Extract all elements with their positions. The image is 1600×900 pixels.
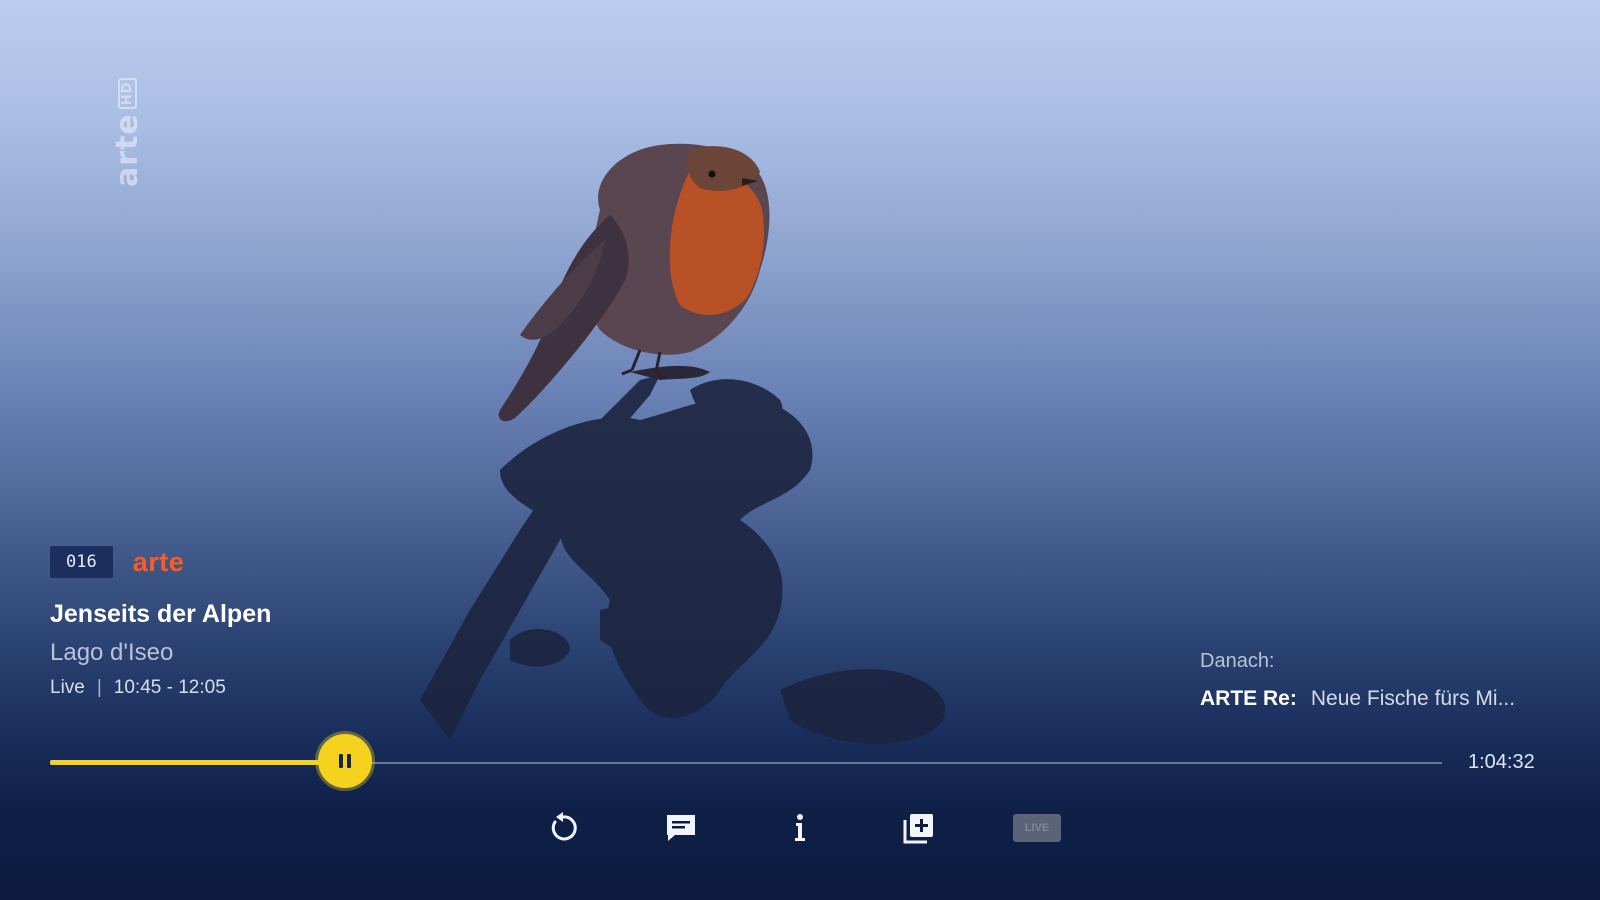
video-frame bbox=[0, 0, 1600, 900]
info-icon bbox=[795, 814, 805, 841]
pause-icon bbox=[339, 754, 351, 768]
program-meta: Live | 10:45 - 12:05 bbox=[50, 677, 271, 699]
channel-logo: arte bbox=[132, 546, 185, 577]
time-range: 10:45 - 12:05 bbox=[113, 677, 226, 698]
program-subtitle: Lago d'Iseo bbox=[50, 639, 174, 666]
channel-number: 016 bbox=[50, 546, 113, 578]
meta-separator: | bbox=[96, 677, 102, 698]
up-next-row: ARTE Re: Neue Fische fürs Mi... bbox=[1200, 687, 1515, 711]
progress-fill bbox=[50, 760, 329, 765]
control-bar bbox=[0, 806, 1600, 850]
watermark-text: arte bbox=[109, 113, 145, 187]
channel-row: 016 arte bbox=[50, 546, 271, 578]
subtitles-icon bbox=[667, 815, 695, 841]
go-live-button[interactable]: LIVE bbox=[1013, 814, 1061, 842]
up-next-label: Danach: bbox=[1200, 650, 1275, 672]
restart-icon bbox=[551, 812, 577, 841]
live-status: Live bbox=[50, 677, 85, 698]
info-button[interactable] bbox=[778, 806, 822, 850]
pause-button[interactable] bbox=[318, 734, 372, 788]
add-to-list-icon bbox=[903, 814, 933, 844]
up-next: Danach: ARTE Re: Neue Fische fürs Mi... bbox=[1200, 650, 1515, 711]
restart-button[interactable] bbox=[541, 806, 585, 850]
add-to-list-button[interactable] bbox=[897, 806, 941, 850]
remaining-time: 1:04:32 bbox=[1468, 751, 1535, 773]
program-info: 016 arte Jenseits der Alpen Lago d'Iseo … bbox=[50, 546, 271, 699]
program-title: Jenseits der Alpen bbox=[50, 600, 272, 628]
up-next-show: ARTE Re: bbox=[1200, 687, 1297, 710]
robin-image bbox=[420, 143, 946, 744]
hd-badge: HD bbox=[117, 77, 137, 110]
channel-watermark: arte HD bbox=[107, 77, 147, 187]
up-next-title: Neue Fische fürs Mi... bbox=[1310, 687, 1516, 710]
subtitles-button[interactable] bbox=[659, 806, 703, 850]
